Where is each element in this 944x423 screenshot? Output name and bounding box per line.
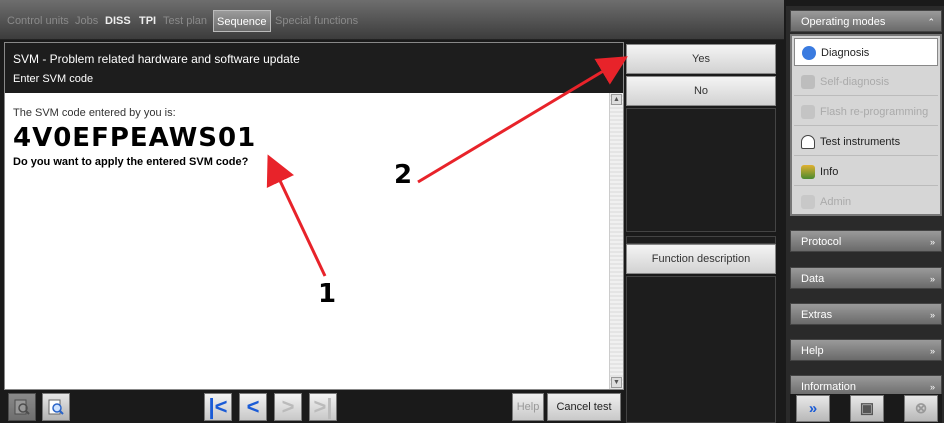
- annotation-label-1: 1: [318, 279, 337, 309]
- zoom-out-button[interactable]: [8, 393, 36, 421]
- first-step-button[interactable]: |<: [204, 393, 232, 421]
- first-step-icon: |<: [208, 394, 228, 419]
- tab-bar: Control units Jobs DISS TPI Test plan Se…: [0, 0, 784, 40]
- double-chevron-right-icon: »: [808, 400, 818, 417]
- exit-button[interactable]: ⊗: [904, 395, 938, 422]
- mode-diagnosis[interactable]: Diagnosis: [794, 38, 938, 66]
- next-step-icon: >: [281, 394, 295, 419]
- section-data[interactable]: Data »: [790, 267, 942, 289]
- intro-text: The SVM code entered by you is:: [13, 107, 176, 119]
- yes-button[interactable]: Yes: [626, 44, 776, 74]
- expand-icon: »: [929, 237, 935, 247]
- answers-column: Yes No Function description: [626, 42, 778, 423]
- content-area: The SVM code entered by you is: 4V0EFPEA…: [5, 93, 609, 389]
- bottom-toolbar: |< < > >| Help Cancel test: [4, 390, 624, 423]
- mode-label: Test instruments: [820, 136, 901, 148]
- vertical-scrollbar[interactable]: ▲ ▼: [609, 93, 623, 389]
- panel-subtitle: Enter SVM code: [13, 73, 94, 85]
- previous-step-button[interactable]: <: [239, 393, 267, 421]
- zoom-in-icon: [48, 399, 64, 415]
- last-step-button[interactable]: >|: [309, 393, 337, 421]
- expand-icon: »: [929, 274, 935, 284]
- panel-header: SVM - Problem related hardware and softw…: [5, 43, 623, 93]
- zoom-out-icon: [14, 399, 30, 415]
- sidebar-footer: » ▣ ⊗: [790, 394, 942, 423]
- tab-diss[interactable]: DISS: [102, 10, 134, 32]
- function-description-panel: [626, 276, 776, 423]
- svm-code: 4V0EFPEAWS01: [13, 123, 257, 153]
- operating-modes-label: Operating modes: [801, 16, 886, 28]
- scroll-down-icon[interactable]: ▼: [611, 377, 622, 388]
- tab-test-plan[interactable]: Test plan: [160, 10, 210, 32]
- section-label: Data: [801, 273, 825, 285]
- last-step-icon: >|: [313, 394, 333, 419]
- function-description-header: [626, 236, 776, 244]
- section-extras[interactable]: Extras »: [790, 303, 942, 325]
- no-button[interactable]: No: [626, 76, 776, 106]
- books-icon: [801, 165, 815, 179]
- question-text: Do you want to apply the entered SVM cod…: [13, 156, 249, 168]
- section-help[interactable]: Help »: [790, 339, 942, 361]
- annotation-label-2: 2: [394, 160, 413, 190]
- zoom-in-button[interactable]: [42, 393, 70, 421]
- previous-step-icon: <: [246, 394, 260, 419]
- answer-list: [626, 108, 776, 232]
- mode-label: Flash re-programming: [820, 106, 929, 118]
- mode-label: Diagnosis: [821, 47, 870, 59]
- tab-special-functions[interactable]: Special functions: [272, 10, 361, 32]
- forward-button[interactable]: »: [796, 395, 830, 422]
- scroll-up-icon[interactable]: ▲: [611, 94, 622, 105]
- section-label: Extras: [801, 309, 833, 321]
- mode-info[interactable]: Info: [794, 158, 938, 186]
- mode-label: Admin: [820, 196, 852, 208]
- flash-icon: [801, 105, 815, 119]
- tab-control-units[interactable]: Control units: [4, 10, 72, 32]
- admin-icon: [801, 195, 815, 209]
- expand-icon: »: [929, 310, 935, 320]
- operating-modes-list: Diagnosis Self-diagnosis Flash re-progra…: [790, 34, 942, 216]
- cancel-test-button[interactable]: Cancel test: [547, 393, 621, 421]
- car-icon: [801, 75, 815, 89]
- operating-modes-header[interactable]: Operating modes ⌃: [790, 10, 942, 32]
- mode-flash-reprogramming[interactable]: Flash re-programming: [794, 98, 938, 126]
- mode-label: Info: [820, 166, 839, 178]
- function-description-button[interactable]: Function description: [626, 244, 776, 274]
- expand-icon: »: [929, 346, 935, 356]
- mode-self-diagnosis[interactable]: Self-diagnosis: [794, 68, 938, 96]
- window-button[interactable]: ▣: [850, 395, 884, 422]
- sidebar: Operating modes ⌃ Diagnosis Self-diagnos…: [786, 6, 944, 423]
- mode-admin[interactable]: Admin: [794, 188, 938, 216]
- mode-test-instruments[interactable]: Test instruments: [794, 128, 938, 156]
- section-label: Help: [801, 345, 824, 357]
- main-panel: SVM - Problem related hardware and softw…: [4, 42, 624, 390]
- next-step-button[interactable]: >: [274, 393, 302, 421]
- tab-tpi[interactable]: TPI: [136, 10, 159, 32]
- section-label: Protocol: [801, 236, 842, 248]
- tab-sequence[interactable]: Sequence: [213, 10, 271, 32]
- exit-icon: ⊗: [914, 400, 928, 417]
- collapse-icon: ⌃: [927, 17, 935, 27]
- tab-jobs[interactable]: Jobs: [72, 10, 101, 32]
- help-button[interactable]: Help: [512, 393, 544, 421]
- mode-label: Self-diagnosis: [820, 76, 890, 88]
- diagnosis-icon: [802, 46, 816, 60]
- panel-title: SVM - Problem related hardware and softw…: [13, 52, 300, 66]
- section-protocol[interactable]: Protocol »: [790, 230, 942, 252]
- meter-icon: [801, 135, 815, 149]
- section-label: Information: [801, 381, 857, 393]
- window-icon: ▣: [859, 400, 875, 417]
